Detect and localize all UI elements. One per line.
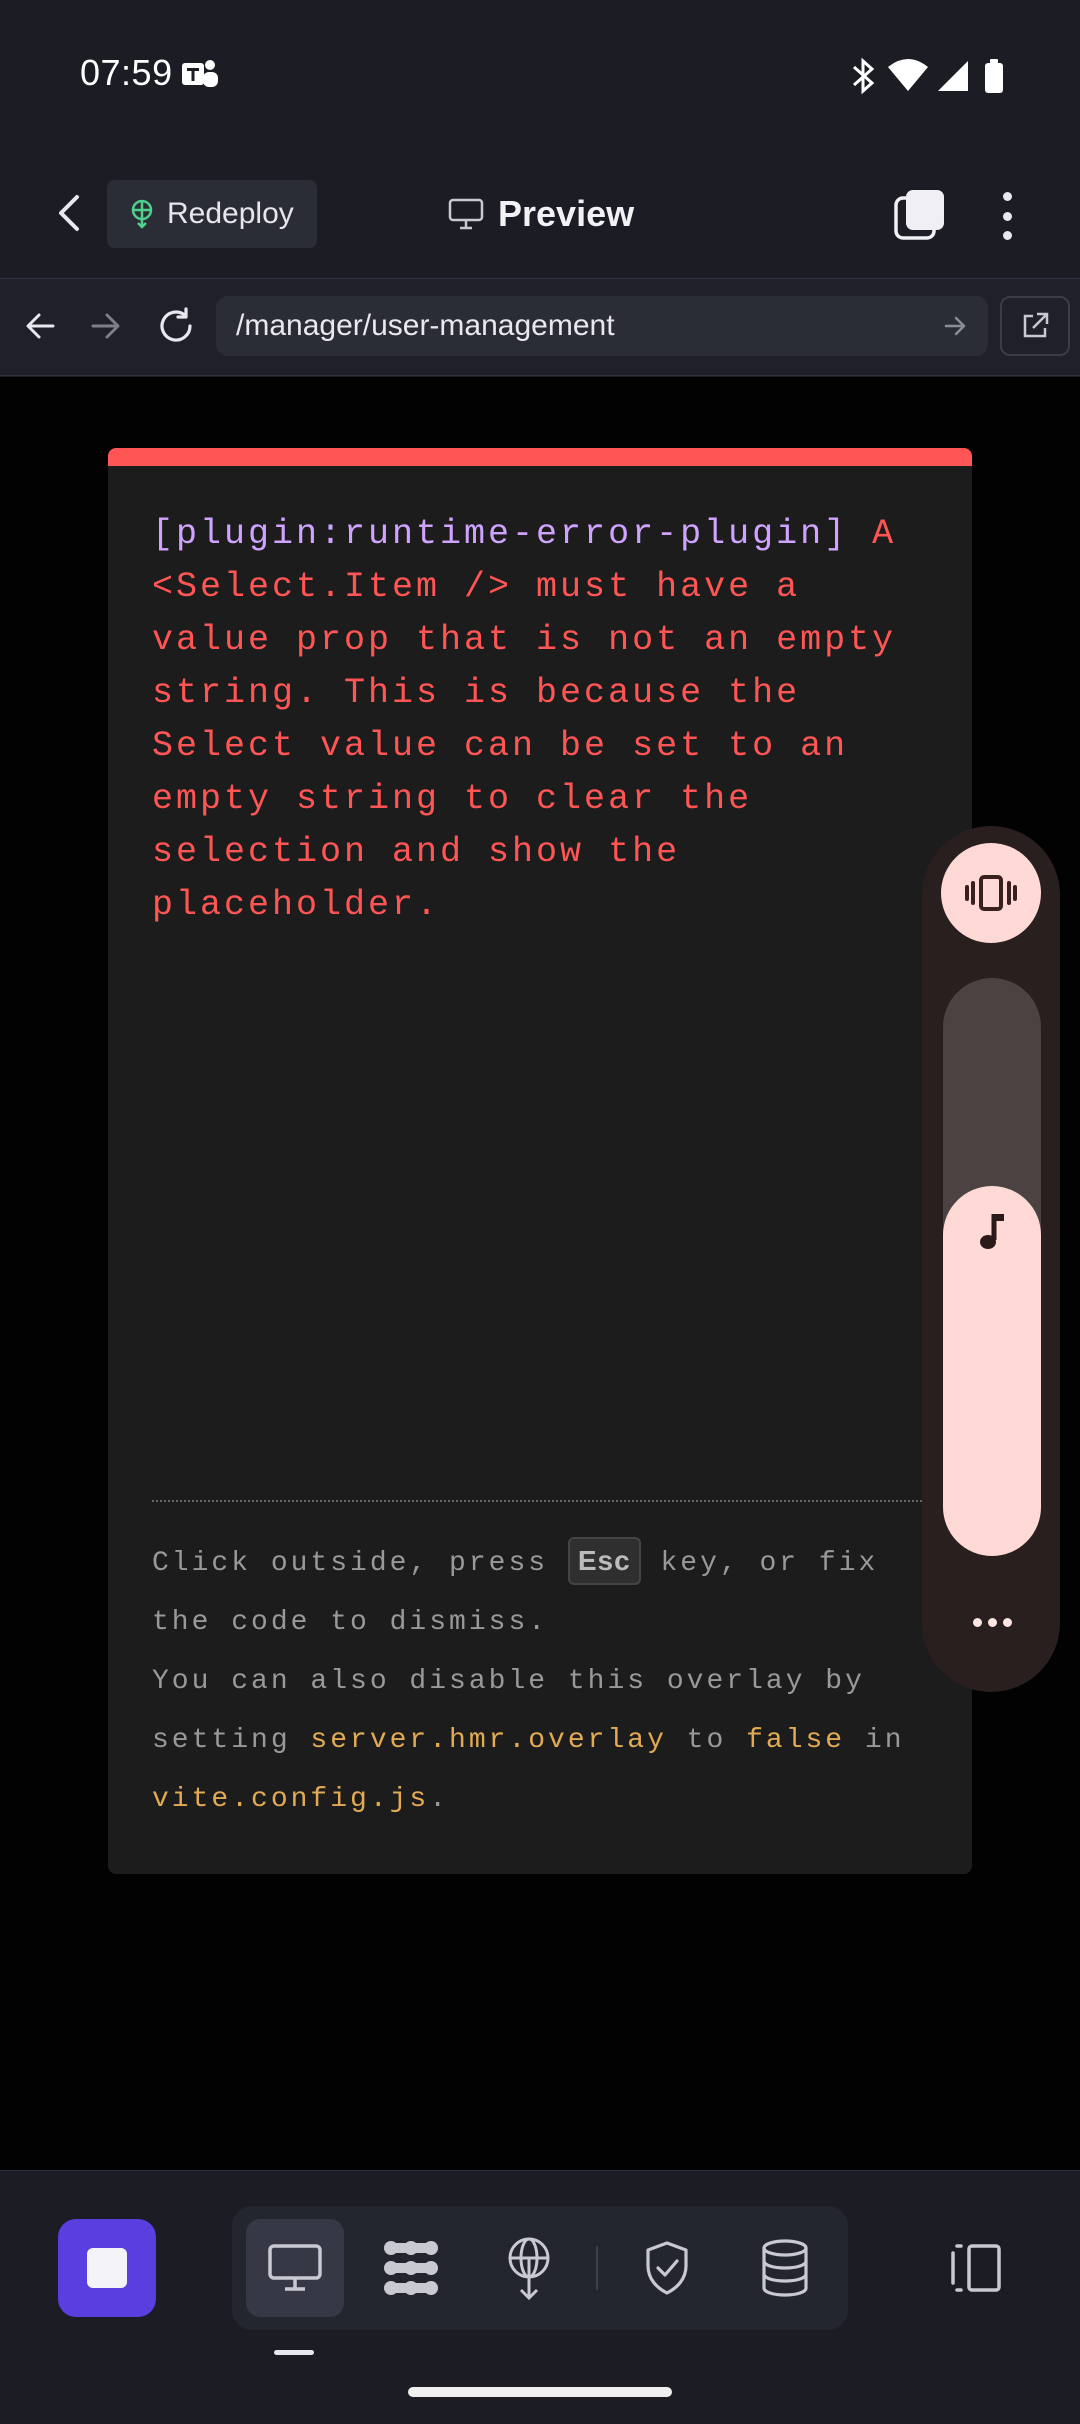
database-icon bbox=[762, 2239, 808, 2297]
error-text: A <Select.Item /> must have a value prop… bbox=[152, 514, 921, 925]
dot-icon bbox=[972, 1617, 982, 1627]
tool-database-button[interactable] bbox=[736, 2219, 834, 2317]
url-text: /manager/user-management bbox=[236, 309, 615, 342]
back-button[interactable] bbox=[45, 178, 93, 248]
error-divider bbox=[152, 1500, 922, 1502]
layout-toggle-button[interactable] bbox=[930, 2219, 1020, 2317]
config-value: false bbox=[746, 1725, 846, 1756]
tabs-icon bbox=[894, 190, 944, 240]
error-tip: Click outside, press Esc key, or fix the… bbox=[152, 1534, 932, 1829]
dot-icon bbox=[1002, 231, 1012, 240]
vibrate-icon bbox=[965, 875, 1017, 911]
monitor-icon bbox=[268, 2244, 322, 2291]
tip-text: in bbox=[845, 1725, 905, 1756]
tool-deploy-button[interactable] bbox=[480, 2219, 578, 2317]
teams-icon bbox=[180, 57, 220, 93]
home-indicator[interactable] bbox=[408, 2387, 672, 2397]
music-note-icon bbox=[972, 1210, 1012, 1254]
stop-icon bbox=[87, 2248, 127, 2288]
status-icons bbox=[850, 57, 1020, 95]
dot-icon bbox=[1002, 211, 1012, 221]
status-time: 07:59 bbox=[80, 52, 173, 93]
browser-forward-button[interactable] bbox=[76, 296, 136, 356]
error-plugin-name: [plugin:runtime-error-plugin] bbox=[152, 514, 849, 554]
tip-text: to bbox=[666, 1725, 747, 1756]
reload-button[interactable] bbox=[146, 296, 206, 356]
url-input[interactable]: /manager/user-management bbox=[216, 296, 988, 356]
esc-key-badge: Esc bbox=[567, 1537, 641, 1585]
reload-icon bbox=[160, 307, 192, 342]
active-tool-indicator bbox=[274, 2350, 314, 2355]
arrow-left-icon bbox=[26, 313, 55, 339]
preview-label: Preview bbox=[498, 193, 635, 234]
redeploy-button[interactable]: Redeploy bbox=[107, 180, 317, 248]
dot-icon bbox=[1002, 192, 1012, 201]
external-link-icon bbox=[1023, 312, 1049, 338]
deploy-globe-icon bbox=[131, 199, 153, 229]
tip-text: . bbox=[429, 1784, 450, 1815]
more-options-button[interactable] bbox=[990, 188, 1024, 244]
tool-security-button[interactable] bbox=[618, 2219, 716, 2317]
open-external-button[interactable] bbox=[1000, 296, 1070, 356]
arrow-right-icon bbox=[91, 313, 120, 339]
toolbar-divider bbox=[596, 2246, 598, 2290]
split-layout-icon bbox=[951, 2244, 1001, 2292]
browser-back-button[interactable] bbox=[10, 296, 70, 356]
wifi-icon bbox=[888, 59, 928, 91]
vibrate-mode-button[interactable] bbox=[941, 843, 1041, 943]
redeploy-label: Redeploy bbox=[167, 197, 294, 230]
config-key: server.hmr.overlay bbox=[310, 1725, 667, 1756]
chevron-left-icon bbox=[59, 195, 79, 231]
tabs-button[interactable] bbox=[892, 188, 948, 244]
preview-title: Preview bbox=[448, 188, 634, 240]
deploy-globe-icon bbox=[508, 2237, 550, 2300]
tip-text: Click outside, press bbox=[152, 1548, 568, 1579]
error-message: [plugin:runtime-error-plugin] A <Select.… bbox=[152, 508, 942, 932]
stop-button[interactable] bbox=[58, 2219, 156, 2317]
go-arrow-icon bbox=[944, 316, 966, 336]
shield-check-icon bbox=[646, 2241, 688, 2295]
battery-icon bbox=[985, 59, 1003, 93]
dot-icon bbox=[1002, 1617, 1012, 1627]
monitor-icon bbox=[448, 198, 484, 230]
tool-integrations-button[interactable] bbox=[362, 2219, 460, 2317]
tool-preview-button[interactable] bbox=[246, 2219, 344, 2317]
bluetooth-icon bbox=[853, 57, 875, 95]
volume-settings-button[interactable] bbox=[962, 1600, 1022, 1644]
config-file: vite.config.js bbox=[152, 1784, 430, 1815]
integrations-icon bbox=[384, 2241, 438, 2295]
dot-icon bbox=[987, 1617, 997, 1627]
signal-icon bbox=[938, 61, 968, 91]
